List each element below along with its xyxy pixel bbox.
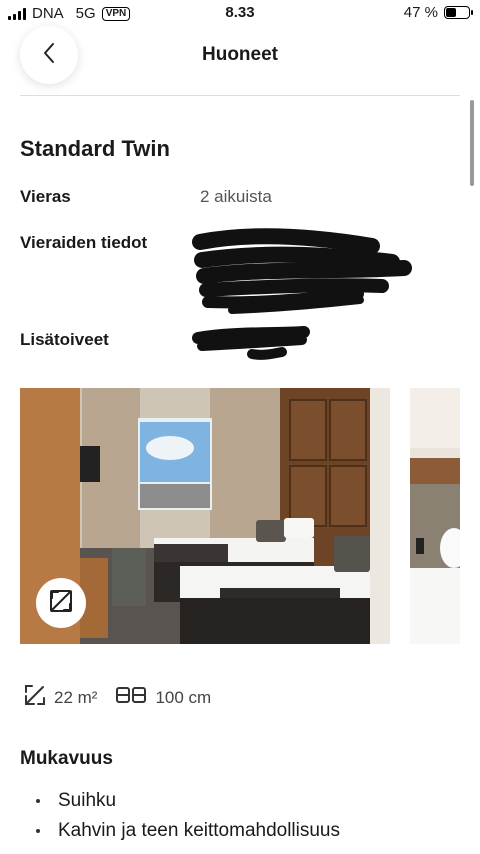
scrollbar[interactable]: [470, 100, 474, 186]
special-requests-label: Lisätoiveet: [20, 330, 109, 349]
room-size: 22 m²: [24, 684, 97, 711]
guest-details-label: Vieraiden tiedot: [20, 233, 148, 252]
header-divider: [20, 95, 460, 96]
resize-icon: [24, 684, 46, 711]
list-item: Suihku: [36, 786, 340, 816]
amenities-list: Suihku Kahvin ja teen keittomahdollisuus: [36, 786, 340, 846]
page-title: Huoneet: [202, 44, 278, 65]
status-right: 47 %: [403, 4, 473, 21]
guests-value: 2 aikuista: [200, 187, 272, 206]
amenities-title: Mukavuus: [20, 748, 113, 769]
header: Huoneet: [0, 24, 480, 94]
photo-gallery[interactable]: [20, 388, 460, 644]
battery-fill: [446, 8, 456, 17]
room-name: Standard Twin: [20, 136, 170, 161]
guests-label: Vieras: [20, 187, 71, 206]
amenity-text: Kahvin ja teen keittomahdollisuus: [58, 820, 341, 841]
redaction-special-requests: [192, 326, 310, 360]
bed-width: 100 cm: [115, 685, 211, 710]
room-specs: 22 m² 100 cm: [24, 684, 229, 711]
redaction-guest-details: [192, 228, 412, 314]
expand-photo-button[interactable]: [36, 578, 86, 628]
list-item: Kahvin ja teen keittomahdollisuus: [36, 816, 340, 846]
room-size-value: 22 m²: [54, 687, 98, 707]
bed-icon: [115, 685, 147, 710]
battery-percent: 47 %: [403, 4, 438, 21]
bed-width-value: 100 cm: [155, 687, 212, 707]
bullet-icon: [36, 799, 40, 803]
amenity-text: Suihku: [58, 790, 117, 811]
bullet-icon: [36, 829, 40, 833]
expand-icon: [50, 589, 72, 617]
battery-icon: [444, 6, 473, 19]
room-photo-2[interactable]: [410, 388, 460, 644]
